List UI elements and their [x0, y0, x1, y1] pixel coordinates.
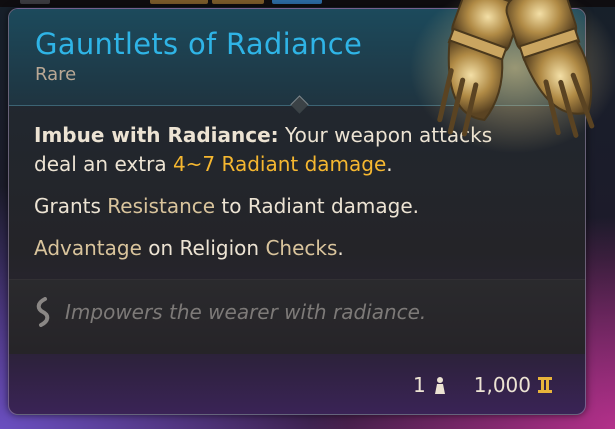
- hotbar-slot[interactable]: [272, 0, 322, 4]
- keyword-advantage[interactable]: Advantage: [34, 236, 142, 260]
- gold-icon: [538, 377, 552, 393]
- property-resistance: Grants Resistance to Radiant damage.: [34, 192, 534, 221]
- hotbar-slot[interactable]: [20, 0, 50, 4]
- keyword-resistance[interactable]: Resistance: [107, 194, 215, 218]
- item-name: Gauntlets of Radiance: [35, 27, 363, 61]
- gold-value: 1,000: [473, 373, 531, 397]
- hotbar-slot[interactable]: [212, 0, 264, 4]
- weight-icon: [434, 377, 445, 394]
- property-text: .: [337, 236, 344, 260]
- damage-value: 4~7 Radiant damage: [172, 152, 387, 176]
- property-text: to Radiant damage.: [215, 194, 419, 218]
- item-footer: 1 1,000: [413, 370, 553, 400]
- weight-value: 1: [413, 373, 426, 397]
- gauntlets-icon: [410, 0, 615, 153]
- property-text: Grants: [34, 194, 108, 218]
- item-rarity: Rare: [35, 64, 77, 85]
- quote-icon: [36, 297, 50, 327]
- property-text: on Religion: [141, 236, 266, 260]
- flavor-text: Impowers the wearer with radiance.: [65, 300, 427, 324]
- property-advantage: Advantage on Religion Checks.: [34, 234, 534, 263]
- keyword-checks[interactable]: Checks: [265, 236, 337, 260]
- property-label: Imbue with Radiance:: [34, 123, 279, 147]
- hotbar-slot[interactable]: [150, 0, 208, 4]
- property-text: .: [386, 152, 393, 176]
